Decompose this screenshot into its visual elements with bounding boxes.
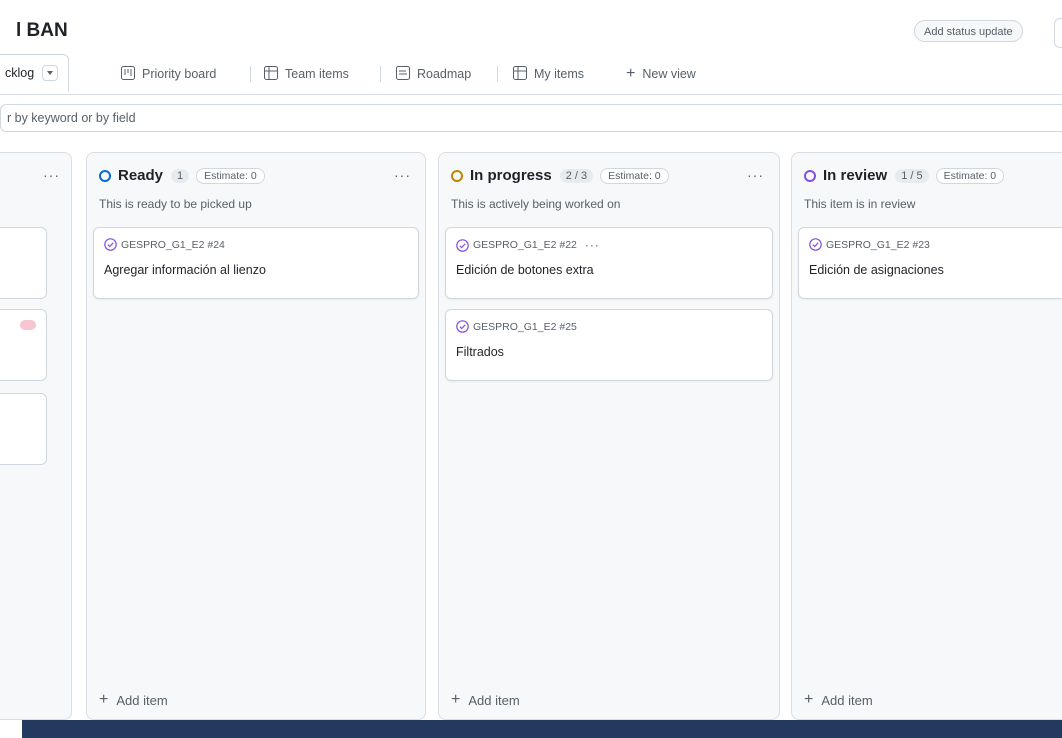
plus-icon: + bbox=[626, 65, 636, 82]
board-icon bbox=[121, 65, 135, 83]
card-title[interactable]: Edición de botones extra bbox=[456, 263, 594, 277]
plus-icon: + bbox=[451, 691, 461, 708]
card-ref-text: GESPRO_G1_E2 #23 bbox=[826, 238, 930, 251]
card[interactable]: GESPRO_G1_E2 #22 ··· Edición de botones … bbox=[445, 227, 773, 299]
column-count: 1 / 5 bbox=[895, 168, 929, 183]
plus-icon: + bbox=[99, 691, 109, 708]
add-item-label: Add item bbox=[116, 692, 168, 708]
column-header: Ready 1 Estimate: 0 bbox=[99, 167, 265, 184]
tab-backlog[interactable]: cklog bbox=[0, 54, 70, 92]
add-status-update-button[interactable]: Add status update bbox=[914, 20, 1023, 42]
column-title: Ready bbox=[118, 167, 164, 184]
tab-roadmap-label: Roadmap bbox=[417, 67, 472, 81]
column-description: This is ready to be picked up bbox=[99, 197, 252, 211]
column-in-review: In review 1 / 5 Estimate: 0 This item is… bbox=[791, 152, 1062, 720]
card-reference: GESPRO_G1_E2 #24 bbox=[104, 238, 225, 251]
tab-priority-board-label: Priority board bbox=[142, 67, 217, 81]
add-item-button[interactable]: + Add item bbox=[451, 691, 520, 709]
column-in-progress: In progress 2 / 3 Estimate: 0 ··· This i… bbox=[438, 152, 780, 720]
issue-check-icon bbox=[809, 238, 822, 251]
column-description: This item is in review bbox=[804, 197, 916, 211]
tab-my-items[interactable]: My items bbox=[513, 54, 584, 94]
column-estimate: Estimate: 0 bbox=[935, 167, 1005, 184]
ready-status-icon bbox=[99, 169, 111, 182]
issue-check-icon bbox=[456, 238, 469, 252]
card[interactable]: GESPRO_G1_E2 #23 Edición de asignaciones bbox=[798, 227, 1062, 299]
dropdown-icon[interactable] bbox=[42, 65, 59, 81]
card-reference: GESPRO_G1_E2 #25 bbox=[456, 320, 577, 333]
card-ref-text: GESPRO_G1_E2 #22 bbox=[473, 239, 577, 251]
column-partial: ··· bbox=[0, 152, 72, 720]
column-title: In review bbox=[823, 167, 888, 184]
table-icon bbox=[264, 65, 278, 83]
tab-team-items[interactable]: Team items bbox=[264, 54, 349, 94]
column-description: This is actively being worked on bbox=[451, 197, 621, 211]
tab-backlog-label: cklog bbox=[5, 66, 35, 80]
roadmap-icon bbox=[396, 65, 410, 83]
card-title[interactable]: Filtrados bbox=[456, 345, 504, 359]
card[interactable]: GESPRO_G1_E2 #24 Agregar información al … bbox=[93, 227, 419, 299]
card-title[interactable]: Agregar información al lienzo bbox=[104, 263, 266, 277]
bottom-band bbox=[22, 720, 1062, 738]
card[interactable]: GESPRO_G1_E2 #25 Filtrados bbox=[445, 309, 773, 381]
add-item-label: Add item bbox=[468, 692, 520, 708]
card-ref-text: GESPRO_G1_E2 #25 bbox=[473, 320, 577, 333]
column-count: 1 bbox=[171, 168, 190, 183]
add-item-button[interactable]: + Add item bbox=[804, 691, 873, 709]
tab-my-items-label: My items bbox=[534, 67, 584, 81]
new-view-label: New view bbox=[642, 67, 696, 81]
column-menu-icon[interactable]: ··· bbox=[394, 167, 411, 183]
filter-input[interactable]: r by keyword or by field bbox=[0, 104, 1062, 132]
tab-roadmap[interactable]: Roadmap bbox=[396, 54, 471, 94]
table-icon bbox=[513, 65, 527, 83]
card-partial[interactable] bbox=[0, 309, 47, 381]
add-item-button[interactable]: + Add item bbox=[99, 691, 168, 709]
column-estimate: Estimate: 0 bbox=[600, 167, 669, 184]
column-title: In progress bbox=[470, 167, 552, 184]
column-header: In progress 2 / 3 Estimate: 0 bbox=[451, 167, 669, 184]
card-ref-text: GESPRO_G1_E2 #24 bbox=[121, 238, 225, 251]
project-title: l BAN bbox=[16, 20, 68, 41]
card-partial[interactable] bbox=[0, 393, 47, 465]
card-partial[interactable] bbox=[0, 227, 47, 299]
add-item-label: Add item bbox=[821, 692, 873, 708]
card-menu-icon[interactable]: ··· bbox=[585, 238, 600, 252]
card-title[interactable]: Edición de asignaciones bbox=[809, 263, 944, 277]
in-progress-status-icon bbox=[451, 169, 463, 182]
card-reference: GESPRO_G1_E2 #22 ··· bbox=[456, 238, 600, 252]
tab-priority-board[interactable]: Priority board bbox=[121, 54, 216, 94]
tab-team-items-label: Team items bbox=[285, 67, 349, 81]
column-count: 2 / 3 bbox=[559, 168, 594, 183]
issue-check-icon bbox=[456, 320, 469, 333]
avatar bbox=[20, 320, 36, 330]
column-header: In review 1 / 5 Estimate: 0 bbox=[804, 167, 1005, 184]
card-reference: GESPRO_G1_E2 #23 bbox=[809, 238, 930, 251]
column-menu-icon[interactable]: ··· bbox=[747, 167, 764, 183]
column-ready: Ready 1 Estimate: 0 ··· This is ready to… bbox=[86, 152, 426, 720]
overflow-button[interactable] bbox=[1054, 18, 1062, 48]
filter-placeholder: r by keyword or by field bbox=[7, 111, 136, 125]
in-review-status-icon bbox=[804, 169, 816, 182]
plus-icon: + bbox=[804, 691, 814, 708]
issue-check-icon bbox=[104, 238, 117, 251]
new-view-button[interactable]: + New view bbox=[626, 54, 696, 94]
column-estimate: Estimate: 0 bbox=[196, 167, 265, 184]
column-menu-icon[interactable]: ··· bbox=[43, 167, 60, 183]
view-tabs: cklog Priority board Team items Roadmap … bbox=[0, 54, 1062, 95]
